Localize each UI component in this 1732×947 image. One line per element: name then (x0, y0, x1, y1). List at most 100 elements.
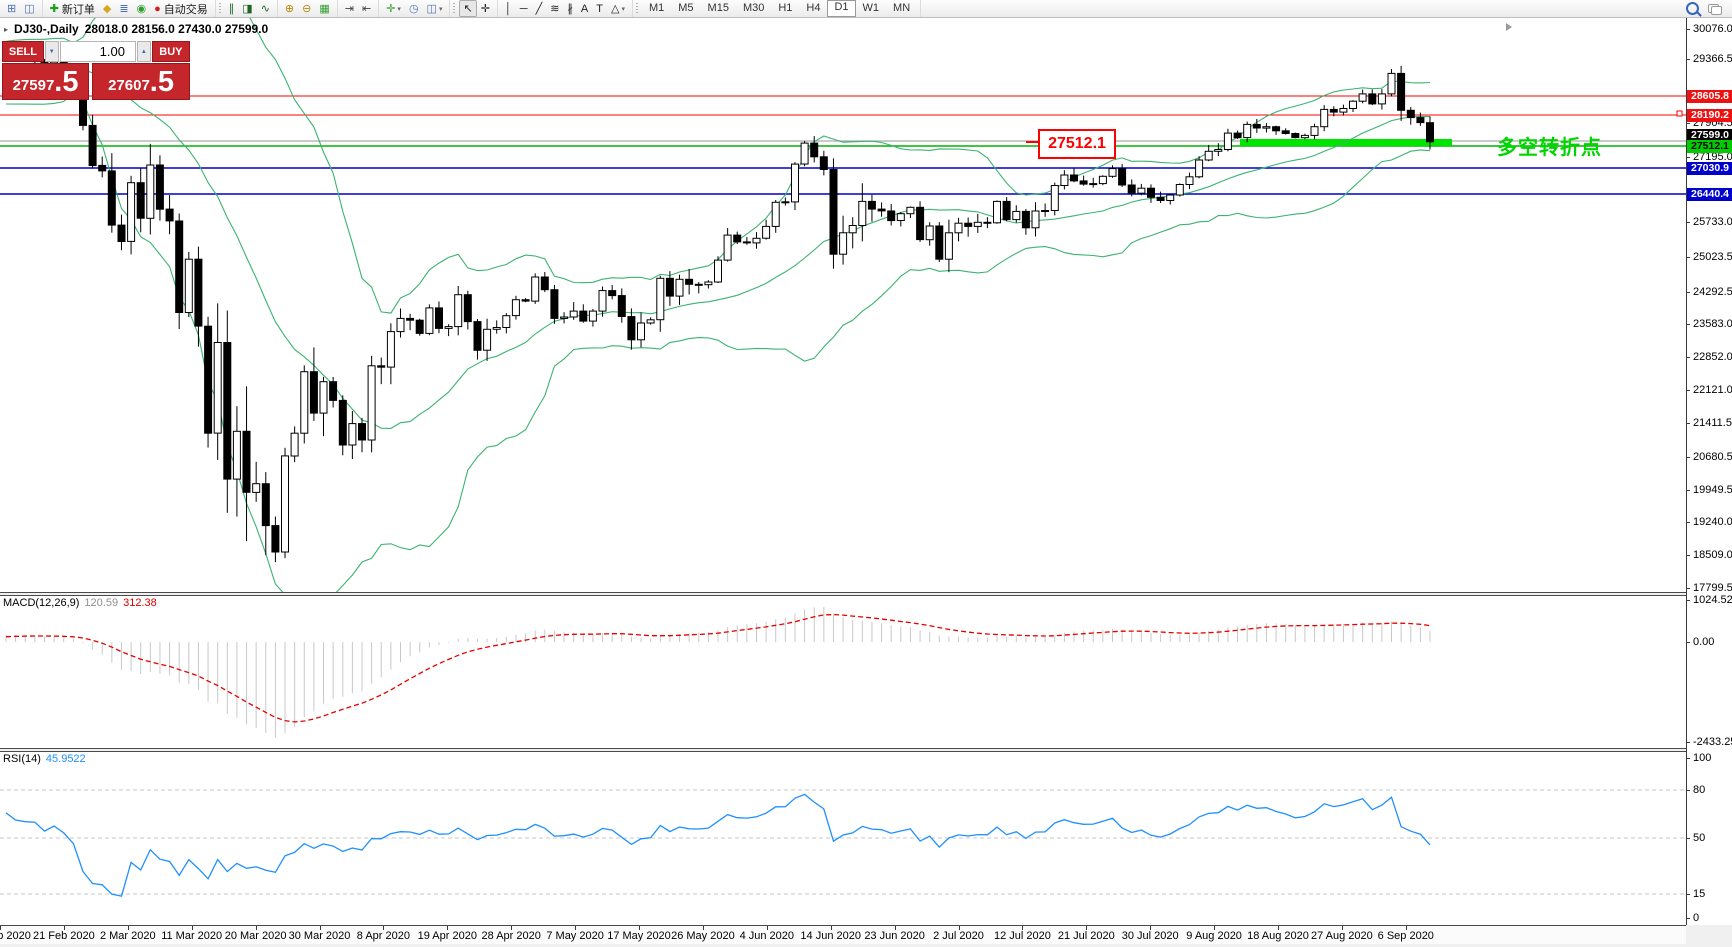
candlestick-chart-icon[interactable]: ◨ (238, 0, 256, 17)
trendline-icon[interactable]: ╱ (532, 0, 547, 17)
candlestick-chart-icon: ◨ (242, 2, 252, 16)
candle (1311, 124, 1318, 140)
autotrading-button: ● (154, 2, 161, 16)
vertical-line-icon: │ (505, 2, 512, 16)
turning-point-annotation[interactable]: 多空转折点 (1497, 131, 1602, 160)
channel-icon[interactable]: ∦ (563, 0, 577, 17)
zoom-out-icon[interactable]: ⊖ (298, 0, 315, 17)
candle (147, 144, 154, 235)
one-click-collapse-icon[interactable]: ▸ (4, 25, 8, 34)
candle (859, 183, 866, 241)
date-axis-label: 2 Mar 2020 (100, 930, 156, 942)
horizontal-line-icon[interactable]: ─ (516, 0, 532, 17)
search-icon[interactable] (1686, 2, 1699, 15)
vertical-line-icon[interactable]: │ (501, 0, 516, 17)
chart-profiles-icon[interactable]: ◫ (20, 0, 38, 17)
chevron-down-icon: ▾ (621, 5, 625, 13)
volume-increase-button[interactable]: ▲ (137, 41, 151, 62)
candle (464, 291, 471, 330)
date-axis-label: 4 Jun 2020 (740, 930, 794, 942)
candle (955, 218, 962, 242)
timeframe-W1[interactable]: W1 (856, 0, 887, 17)
add-indicator-icon: ✛ (386, 2, 395, 16)
templates-icon[interactable]: ◫▾ (423, 0, 447, 17)
price-axis-label: 22121.0 (1693, 384, 1732, 396)
timeframe-M15[interactable]: M15 (701, 0, 736, 17)
autotrading-button[interactable]: ●自动交易 (150, 0, 212, 17)
timeframe-M30[interactable]: M30 (736, 0, 771, 17)
text-label-icon[interactable]: T (592, 0, 607, 17)
chart-shift-icon: ⇥ (345, 2, 354, 16)
buy-price[interactable]: 27607 .5 (92, 63, 190, 100)
gold-icon[interactable]: ◆ (99, 0, 115, 17)
bar-chart-icon[interactable]: ∥ (225, 0, 239, 17)
candle (1167, 194, 1174, 204)
zoom-in-icon[interactable]: ⊕ (281, 0, 298, 17)
toolbar-group: ⇥⇤ (338, 0, 379, 17)
candle (214, 303, 221, 460)
panel-separator (0, 595, 1686, 596)
date-axis-label: 6 Sep 2020 (1378, 930, 1434, 942)
chart-ohlc-values: 28018.0 28156.0 27430.0 27599.0 (85, 22, 269, 36)
tile-windows-icon[interactable]: ▦ (315, 0, 333, 17)
candle (205, 317, 212, 448)
market-depth-icon[interactable]: ≣ (115, 0, 132, 17)
chart-shift-icon[interactable]: ⇥ (341, 0, 358, 17)
candle (1407, 107, 1414, 125)
alerts-icon[interactable]: ◉ (133, 0, 151, 17)
timeframe-H1[interactable]: H1 (771, 0, 799, 17)
price-axis-label: 19949.5 (1693, 484, 1732, 496)
new-order-button[interactable]: ✚新订单 (46, 0, 99, 17)
candle (897, 212, 904, 226)
toolbar-group: │ ─╱≋ ∦ AT△▾ (498, 0, 633, 17)
channel-icon: ∦ (567, 2, 573, 16)
candle (965, 218, 972, 237)
candle (224, 311, 231, 513)
volume-decrease-button[interactable]: ▼ (45, 41, 59, 62)
timeframe-MN[interactable]: MN (886, 0, 917, 17)
candle (426, 304, 433, 335)
candle (599, 287, 606, 317)
auto-scroll-icon[interactable]: ⇤ (358, 0, 375, 17)
main-chart-svg[interactable] (0, 18, 1686, 592)
panel-separator (0, 925, 1686, 926)
date-axis-label: 17 May 2020 (607, 930, 671, 942)
date-axis-label: 21 Feb 2020 (33, 930, 95, 942)
candle (1138, 184, 1145, 195)
candle (1176, 183, 1183, 196)
macd-name: MACD(12,26,9) (3, 597, 79, 609)
candle (233, 406, 240, 516)
buy-button[interactable]: BUY (152, 41, 190, 62)
macd-label: MACD(12,26,9)120.59312.38 (3, 597, 157, 609)
new-chart-icon[interactable]: ⊞ (3, 0, 20, 17)
timeframe-M5[interactable]: M5 (671, 0, 700, 17)
candle (1234, 131, 1241, 139)
timeframe-D1[interactable]: D1 (827, 0, 855, 17)
chat-icon[interactable] (1708, 4, 1722, 14)
zoom-out-icon: ⊖ (302, 2, 311, 16)
shapes-icon[interactable]: △▾ (607, 0, 629, 17)
candle (1148, 184, 1155, 202)
candle (532, 273, 539, 304)
chart-title: ▸ DJ30-,Daily 28018.0 28156.0 27430.0 27… (4, 22, 268, 36)
timeframe-H4[interactable]: H4 (799, 0, 827, 17)
candle (137, 168, 144, 233)
candle (1051, 183, 1058, 216)
fibonacci-icon[interactable]: ≋ (546, 0, 563, 17)
timeframe-M1[interactable]: M1 (642, 0, 671, 17)
candle (984, 217, 991, 228)
add-indicator-icon[interactable]: ✛▾ (382, 0, 405, 17)
candle (493, 320, 500, 333)
price-annotation-box[interactable]: 27512.1 (1038, 129, 1116, 159)
volume-input[interactable]: 1.00 (60, 41, 136, 62)
line-chart-icon[interactable]: ∿ (257, 0, 274, 17)
period-clock-icon[interactable]: ◷ (405, 0, 423, 17)
price-axis-label: 50 (1693, 832, 1705, 844)
date-axis-label: 30 Jul 2020 (1122, 930, 1179, 942)
crosshair-icon[interactable]: ✛ (477, 0, 494, 17)
candle (291, 426, 298, 462)
text-icon[interactable]: A (577, 0, 592, 17)
cursor-icon[interactable]: ↖ (459, 0, 476, 17)
sell-price[interactable]: 27597 .5 (2, 63, 89, 100)
sell-button[interactable]: SELL (2, 41, 44, 62)
